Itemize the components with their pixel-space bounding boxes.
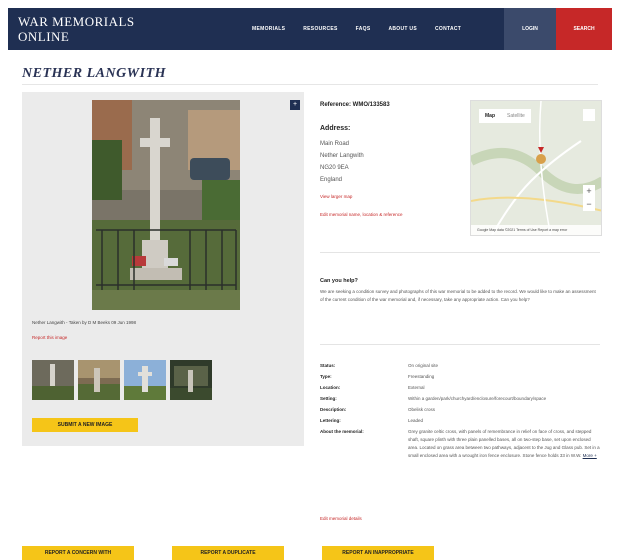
detail-value: External [408,385,425,390]
detail-label: About the memorial: [320,429,364,434]
suggest-edit-link[interactable]: Edit memorial name, location & reference [320,212,403,217]
edit-details-link[interactable]: Edit memorial details [320,516,362,521]
map-type-tabs: Map Satellite [479,109,531,123]
location-map[interactable]: Map Satellite + − Google Map data ©2021 … [470,100,602,236]
detail-row-description: Description: Obelisk cross [320,406,602,414]
site-logo[interactable]: WAR MEMORIALS ONLINE [18,14,135,44]
nav-resources[interactable]: RESOURCES [303,26,337,32]
section-divider-2 [320,344,600,345]
expand-icon[interactable]: + [290,100,300,110]
detail-value: Within a garden/park/churchyard/enclosur… [408,396,547,401]
logo-line-1: WAR MEMORIALS [18,14,135,29]
report-image-link[interactable]: Report this image [32,335,67,340]
image-panel: Nether Langwith - Taken by D M Beeks 09 … [22,92,304,446]
view-larger-map-link[interactable]: View larger map [320,194,352,199]
detail-label: Lettering: [320,418,341,423]
detail-row-setting: Setting: Within a garden/park/churchyard… [320,395,602,403]
title-divider [22,84,598,85]
more-link[interactable]: More + [583,453,597,458]
detail-label: Type: [320,374,332,379]
memorial-photo[interactable] [92,100,240,310]
login-button[interactable]: LOGIN [504,8,556,50]
fullscreen-icon[interactable] [583,109,595,121]
help-text: We are seeking a condition survey and ph… [320,289,596,302]
detail-label: Location: [320,385,341,390]
nav-about-us[interactable]: ABOUT US [388,26,417,32]
detail-row-lettering: Lettering: Leaded [320,417,602,425]
address-line-3: NG20 9EA [320,165,349,171]
thumbnail-1[interactable] [32,360,74,400]
map-attribution: Google Map data ©2021 Terms of Use Repor… [471,225,601,235]
address-line-1: Main Road [320,141,350,147]
nav-memorials[interactable]: MEMORIALS [252,26,285,32]
zoom-in-button[interactable]: + [583,185,595,198]
detail-row-about: About the memorial: Grey granite celtic … [320,428,602,460]
report-buttons: REPORT A CONCERN WITH REPORT A DUPLICATE… [22,546,472,560]
report-concern-button[interactable]: REPORT A CONCERN WITH [22,546,134,560]
page-title: NETHER LANGWITH [22,66,167,81]
report-duplicate-button[interactable]: REPORT A DUPLICATE [172,546,284,560]
detail-row-status: Status: On original site [320,362,602,370]
nav-faqs[interactable]: FAQS [356,26,371,32]
detail-value: Obelisk cross [408,407,436,412]
address-label: Address: [320,125,351,132]
detail-value: Freestanding [408,374,435,379]
zoom-out-button[interactable]: − [583,198,595,211]
thumbnail-strip [32,360,216,400]
section-divider-1 [320,252,600,253]
thumbnail-3[interactable] [124,360,166,400]
map-tab-satellite[interactable]: Satellite [501,109,531,123]
detail-label: Status: [320,363,336,368]
logo-line-2: ONLINE [18,29,70,44]
reference-number: Reference: WMO/133583 [320,102,390,108]
detail-value: Grey granite celtic cross, with panels o… [408,428,602,460]
detail-row-type: Type: Freestanding [320,373,602,381]
report-inappropriate-button[interactable]: REPORT AN INAPPROPRIATE [322,546,434,560]
submit-image-button[interactable]: SUBMIT A NEW IMAGE [32,418,138,432]
help-title: Can you help? [320,278,358,284]
detail-label: Setting: [320,396,337,401]
detail-row-location: Location: External [320,384,602,392]
map-tab-map[interactable]: Map [479,109,501,123]
main-nav: MEMORIALS RESOURCES FAQS ABOUT US CONTAC… [252,8,479,50]
address-block: Main Road Nether Langwith NG20 9EA Engla… [320,138,364,186]
nav-contact[interactable]: CONTACT [435,26,461,32]
thumbnail-4[interactable] [170,360,212,400]
thumbnail-2[interactable] [78,360,120,400]
address-line-4: England [320,177,343,183]
site-header: WAR MEMORIALS ONLINE MEMORIALS RESOURCES… [8,8,612,50]
detail-label: Description: [320,407,347,412]
detail-value: On original site [408,363,439,368]
memorial-details: Status: On original site Type: Freestand… [320,362,602,463]
photo-caption: Nether Langwith - Taken by D M Beeks 09 … [32,320,136,325]
about-text: Grey granite celtic cross, with panels o… [408,429,600,458]
map-zoom-controls: + − [583,185,595,211]
search-button[interactable]: SEARCH [556,8,612,50]
detail-value: Leaded [408,418,424,423]
address-line-2: Nether Langwith [320,153,364,159]
